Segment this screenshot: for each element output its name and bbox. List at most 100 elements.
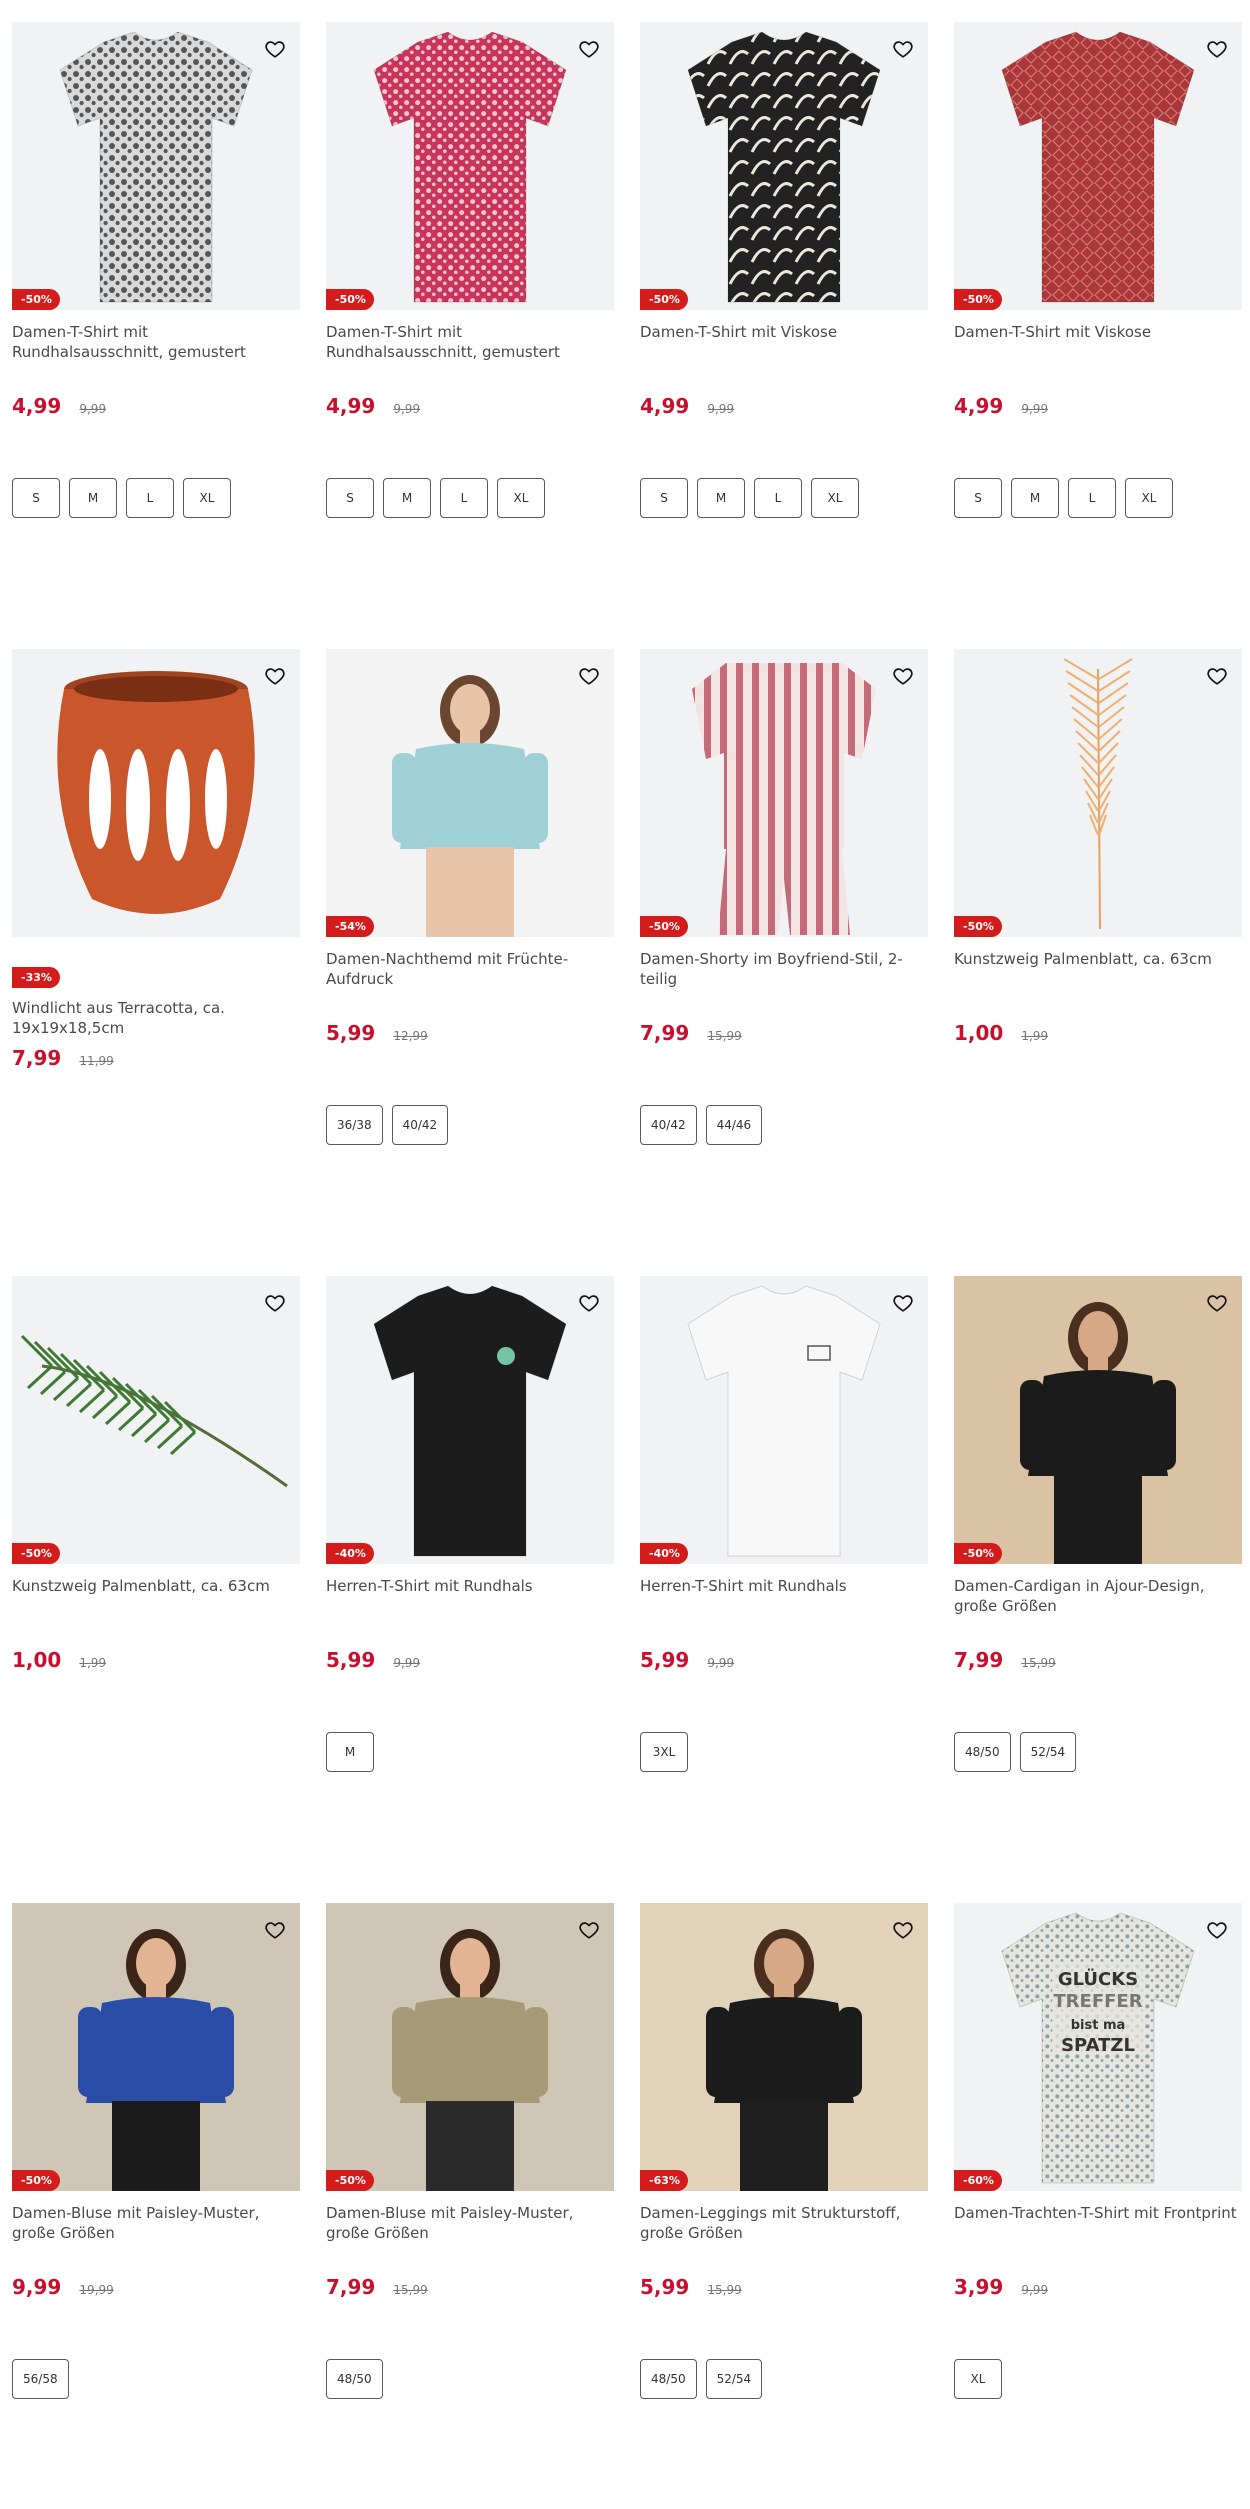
product-title[interactable]: Damen-Bluse mit Paisley-Muster, große Gr… bbox=[12, 2203, 300, 2243]
size-option-button[interactable]: L bbox=[1068, 478, 1116, 518]
wishlist-heart-icon[interactable] bbox=[1202, 34, 1232, 64]
size-option-button[interactable]: 52/54 bbox=[705, 2359, 763, 2399]
size-option-button[interactable]: XL bbox=[954, 2359, 1002, 2399]
size-option-button[interactable]: XL bbox=[183, 478, 231, 518]
product-image[interactable]: -40% bbox=[326, 1276, 614, 1564]
product-card-4[interactable]: -50% Damen-T-Shirt mit Viskose 4,99 9,99… bbox=[954, 22, 1242, 649]
wishlist-heart-icon[interactable] bbox=[574, 34, 604, 64]
wishlist-heart-icon[interactable] bbox=[260, 1288, 290, 1318]
size-option-button[interactable]: 48/50 bbox=[954, 1732, 1011, 1772]
print-text-line: TREFFER bbox=[1053, 1991, 1142, 2012]
product-image[interactable]: -50% bbox=[326, 1903, 614, 2191]
product-card-9[interactable]: -50% Kunstzweig Palmenblatt, ca. 63cm 1,… bbox=[12, 1276, 300, 1903]
product-image[interactable]: -50% bbox=[12, 1276, 300, 1564]
product-card-15[interactable]: -63% Damen-Leggings mit Strukturstoff, g… bbox=[640, 1903, 928, 2509]
product-card-14[interactable]: -50% Damen-Bluse mit Paisley-Muster, gro… bbox=[326, 1903, 614, 2509]
size-option-button[interactable]: 40/42 bbox=[640, 1105, 697, 1145]
size-option-button[interactable]: 56/58 bbox=[12, 2359, 69, 2399]
current-price: 3,99 bbox=[954, 2275, 1004, 2299]
product-image[interactable]: -50% bbox=[954, 22, 1242, 310]
product-card-7[interactable]: -50% Damen-Shorty im Boyfriend-Stil, 2-t… bbox=[640, 649, 928, 1276]
size-option-button[interactable]: M bbox=[69, 478, 117, 518]
product-card-1[interactable]: -50% Damen-T-Shirt mit Rundhalsausschnit… bbox=[12, 22, 300, 649]
wishlist-heart-icon[interactable] bbox=[574, 661, 604, 691]
wishlist-heart-icon[interactable] bbox=[260, 34, 290, 64]
product-title[interactable]: Damen-Trachten-T-Shirt mit Frontprint bbox=[954, 2203, 1242, 2243]
size-option-button[interactable]: M bbox=[697, 478, 745, 518]
size-selector: S M L XL bbox=[326, 478, 614, 518]
size-option-button[interactable]: 48/50 bbox=[640, 2359, 697, 2399]
wishlist-heart-icon[interactable] bbox=[260, 661, 290, 691]
wishlist-heart-icon[interactable] bbox=[574, 1915, 604, 1945]
wishlist-heart-icon[interactable] bbox=[1202, 1915, 1232, 1945]
product-card-2[interactable]: -50% Damen-T-Shirt mit Rundhalsausschnit… bbox=[326, 22, 614, 649]
product-title[interactable]: Herren-T-Shirt mit Rundhals bbox=[640, 1576, 928, 1616]
size-option-button[interactable]: S bbox=[640, 478, 688, 518]
size-option-button[interactable]: M bbox=[326, 1732, 374, 1772]
product-title[interactable]: Damen-Bluse mit Paisley-Muster, große Gr… bbox=[326, 2203, 614, 2243]
product-image[interactable]: -50% bbox=[640, 22, 928, 310]
size-option-button[interactable]: XL bbox=[1125, 478, 1173, 518]
product-image[interactable]: -50% bbox=[12, 1903, 300, 2191]
wishlist-heart-icon[interactable] bbox=[888, 1915, 918, 1945]
product-image[interactable]: -54% bbox=[326, 649, 614, 937]
product-card-13[interactable]: -50% Damen-Bluse mit Paisley-Muster, gro… bbox=[12, 1903, 300, 2509]
product-image[interactable] bbox=[12, 649, 300, 937]
product-card-11[interactable]: -40% Herren-T-Shirt mit Rundhals 5,99 9,… bbox=[640, 1276, 928, 1903]
product-title[interactable]: Kunstzweig Palmenblatt, ca. 63cm bbox=[954, 949, 1242, 989]
size-option-button[interactable]: M bbox=[1011, 478, 1059, 518]
product-image[interactable]: GLÜCKS TREFFER bist ma SPATZL -60% bbox=[954, 1903, 1242, 2191]
discount-badge: -40% bbox=[640, 1543, 688, 1564]
product-image[interactable]: -50% bbox=[12, 22, 300, 310]
product-image[interactable]: -40% bbox=[640, 1276, 928, 1564]
size-option-button[interactable]: 44/46 bbox=[705, 1105, 763, 1145]
price-row: 5,99 9,99 bbox=[326, 1648, 614, 1672]
size-option-button[interactable]: S bbox=[954, 478, 1002, 518]
product-image[interactable]: -50% bbox=[640, 649, 928, 937]
product-title[interactable]: Damen-T-Shirt mit Viskose bbox=[954, 322, 1242, 362]
price-row: 4,99 9,99 bbox=[12, 394, 300, 418]
product-title[interactable]: Damen-T-Shirt mit Rundhalsausschnitt, ge… bbox=[326, 322, 614, 362]
product-title[interactable]: Damen-Shorty im Boyfriend-Stil, 2-teilig bbox=[640, 949, 928, 989]
size-option-button[interactable]: XL bbox=[811, 478, 859, 518]
wishlist-heart-icon[interactable] bbox=[574, 1288, 604, 1318]
product-image[interactable]: -50% bbox=[954, 1276, 1242, 1564]
size-option-button[interactable]: L bbox=[126, 478, 174, 518]
product-card-6[interactable]: -54% Damen-Nachthemd mit Früchte-Aufdruc… bbox=[326, 649, 614, 1276]
size-option-button[interactable]: S bbox=[12, 478, 60, 518]
product-title[interactable]: Damen-Cardigan in Ajour-Design, große Gr… bbox=[954, 1576, 1242, 1616]
product-card-10[interactable]: -40% Herren-T-Shirt mit Rundhals 5,99 9,… bbox=[326, 1276, 614, 1903]
product-card-16[interactable]: GLÜCKS TREFFER bist ma SPATZL -60% Damen-Tr… bbox=[954, 1903, 1242, 2509]
product-title[interactable]: Damen-T-Shirt mit Viskose bbox=[640, 322, 928, 362]
size-option-button[interactable]: 36/38 bbox=[326, 1105, 383, 1145]
size-option-button[interactable]: 48/50 bbox=[326, 2359, 383, 2399]
product-card-12[interactable]: -50% Damen-Cardigan in Ajour-Design, gro… bbox=[954, 1276, 1242, 1903]
wishlist-heart-icon[interactable] bbox=[1202, 661, 1232, 691]
wishlist-heart-icon[interactable] bbox=[260, 1915, 290, 1945]
wishlist-heart-icon[interactable] bbox=[888, 661, 918, 691]
product-title[interactable]: Herren-T-Shirt mit Rundhals bbox=[326, 1576, 614, 1616]
wishlist-heart-icon[interactable] bbox=[1202, 1288, 1232, 1318]
product-title[interactable]: Damen-Nachthemd mit Früchte-Aufdruck bbox=[326, 949, 614, 989]
product-image[interactable]: -50% bbox=[954, 649, 1242, 937]
product-title[interactable]: Damen-T-Shirt mit Rundhalsausschnitt, ge… bbox=[12, 322, 300, 362]
size-option-button[interactable]: L bbox=[754, 478, 802, 518]
size-option-button[interactable]: S bbox=[326, 478, 374, 518]
product-title[interactable]: Windlicht aus Terracotta, ca. 19x19x18,5… bbox=[12, 998, 300, 1038]
product-title[interactable]: Kunstzweig Palmenblatt, ca. 63cm bbox=[12, 1576, 300, 1616]
current-price: 7,99 bbox=[954, 1648, 1004, 1672]
size-option-button[interactable]: 52/54 bbox=[1019, 1732, 1077, 1772]
product-image[interactable]: -50% bbox=[326, 22, 614, 310]
size-option-button[interactable]: 40/42 bbox=[391, 1105, 449, 1145]
size-option-button[interactable]: L bbox=[440, 478, 488, 518]
product-image[interactable]: -63% bbox=[640, 1903, 928, 2191]
product-card-8[interactable]: -50% Kunstzweig Palmenblatt, ca. 63cm 1,… bbox=[954, 649, 1242, 1276]
size-option-button[interactable]: XL bbox=[497, 478, 545, 518]
product-card-5[interactable]: -33% Windlicht aus Terracotta, ca. 19x19… bbox=[12, 649, 300, 1276]
product-card-3[interactable]: -50% Damen-T-Shirt mit Viskose 4,99 9,99… bbox=[640, 22, 928, 649]
size-option-button[interactable]: M bbox=[383, 478, 431, 518]
wishlist-heart-icon[interactable] bbox=[888, 34, 918, 64]
product-title[interactable]: Damen-Leggings mit Strukturstoff, große … bbox=[640, 2203, 928, 2243]
wishlist-heart-icon[interactable] bbox=[888, 1288, 918, 1318]
size-option-button[interactable]: 3XL bbox=[640, 1732, 688, 1772]
